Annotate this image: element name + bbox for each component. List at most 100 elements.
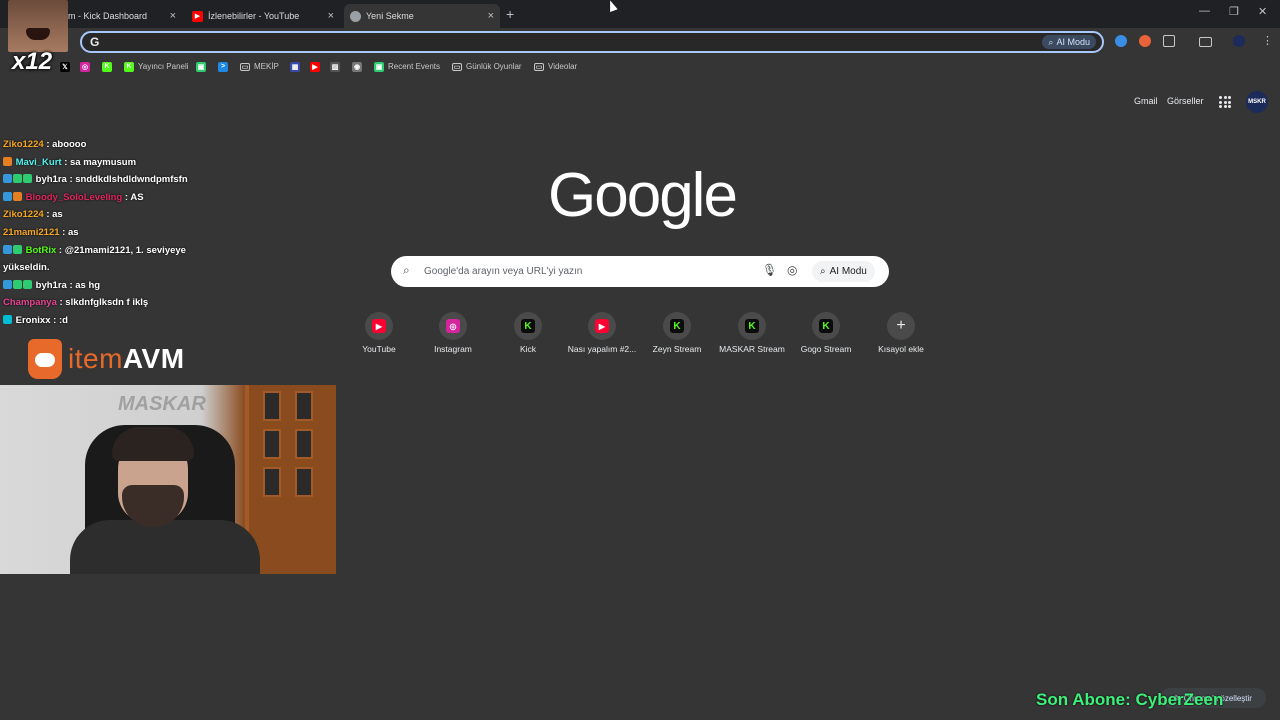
chat-text: : aboooo [46, 139, 87, 150]
shortcut-tile[interactable]: K Zeyn Stream [640, 312, 714, 354]
tab-label: m - Kick Dashboard [68, 11, 148, 21]
extension-icon[interactable] [1115, 35, 1127, 47]
close-icon[interactable]: × [328, 10, 334, 22]
chat-badge-icon [3, 174, 12, 184]
search-icon: ⌕ [403, 263, 410, 277]
profile-icon[interactable] [1233, 35, 1245, 47]
last-subscriber: Son Abone: CyberZeen [1036, 690, 1224, 709]
folder-icon: ▭ [452, 62, 462, 71]
instagram-icon: ◎ [446, 319, 460, 333]
menu-icon[interactable]: ⋮ [1262, 34, 1273, 47]
close-icon[interactable]: × [170, 10, 176, 22]
side-panel-icon[interactable] [1199, 37, 1212, 47]
shortcut-label: Nası yapalım #2... [567, 344, 637, 354]
youtube-icon: ▶ [310, 61, 320, 72]
maximize-button[interactable]: ❐ [1229, 5, 1239, 18]
chat-badge-icon [3, 279, 12, 289]
bookmark-item[interactable]: ◉ [352, 60, 362, 73]
chat-badge-icon [13, 174, 22, 184]
bookmark-item[interactable]: ◎ [80, 60, 90, 73]
bookmark-label: MEKİP [254, 62, 279, 71]
chat-username: Mavi_Kurt [15, 156, 62, 168]
shortcut-label: Instagram [434, 344, 472, 354]
chat-text: : slkdnfglksdn f iklş [59, 297, 149, 309]
tab-label: Yeni Sekme [366, 11, 414, 21]
folder-icon: ▭ [534, 62, 544, 71]
omnibox-ai-mode-button[interactable]: ⌕ AI Modu [1042, 35, 1096, 49]
chat-username: byh1ra [35, 174, 67, 186]
bookmark-item[interactable]: ▭ MEKİP [240, 60, 279, 73]
sponsor-text: itemAVM [68, 343, 185, 375]
lens-icon[interactable]: ◎ [787, 263, 797, 277]
chat-username: byh1ra [35, 279, 67, 291]
shortcut-tile[interactable]: ▶ Nası yapalım #2... [565, 312, 639, 354]
shortcut-tile[interactable]: + Kısayol ekle [864, 312, 938, 354]
bookmark-item[interactable]: ▭ Günlük Oyunlar [452, 60, 522, 73]
bookmark-item[interactable]: ▣ [196, 60, 206, 73]
bookmark-item[interactable]: K Yayıncı Paneli [124, 60, 189, 73]
shortcut-tile[interactable]: K Kick [491, 312, 565, 354]
window-close-button[interactable]: ✕ [1258, 5, 1267, 18]
chat-badge-icon [13, 279, 22, 289]
bookmark-item[interactable]: ▭ Videolar [534, 60, 577, 73]
stream-chat: Ziko1224 : aboooo Mavi_Kurt : sa maymusu… [3, 136, 203, 330]
omnibox-ai-mode-label: AI Modu [1056, 37, 1090, 47]
bookmark-item[interactable]: 𝕏 [60, 60, 70, 73]
plus-icon: + [896, 317, 906, 334]
puzzle-icon[interactable] [1163, 35, 1175, 47]
screen: m - Kick Dashboard × ▶ İzlenebilirler - … [0, 0, 1280, 720]
chat-badge-icon [13, 191, 22, 201]
address-bar[interactable]: G ⌕ AI Modu [80, 31, 1104, 53]
shortcut-tile[interactable]: K Gogo Stream [789, 312, 863, 354]
microphone-icon[interactable]: 🎙 [762, 263, 777, 277]
chat-message: byh1ra : snddkdlshdldwndpmfsfn [3, 171, 203, 189]
chat-badge-icon [23, 174, 32, 184]
images-link[interactable]: Görseller [1167, 96, 1204, 106]
bookmarks-bar: 𝕏 ◎ K K Yayıncı Paneli ▣ > ▭ MEKİP ▦ ▶ ▨ ◉ ▣ Recent Ev… [0, 57, 1280, 77]
streamer-hair [112, 427, 194, 461]
bookmark-item[interactable]: ▦ [290, 60, 300, 73]
gmail-link[interactable]: Gmail [1134, 96, 1158, 106]
shortcut-tile[interactable]: K MASKAR Stream [715, 312, 789, 354]
new-tab-button[interactable]: + [506, 6, 514, 22]
bookmark-item[interactable]: > [218, 60, 228, 73]
toolbar: G ⌕ AI Modu [0, 28, 1280, 56]
shortcut-label: YouTube [362, 344, 396, 354]
tab-youtube[interactable]: ▶ İzlenebilirler - YouTube × [186, 4, 340, 28]
chat-badge-icon [23, 279, 32, 289]
bookmark-item[interactable]: ▨ [330, 60, 340, 73]
chat-message: 21mami2121 : as [3, 224, 203, 242]
search-box[interactable]: ⌕ 🎙 ◎ ⌕ AI Modu [391, 256, 889, 287]
bookmark-item[interactable]: K [102, 60, 112, 73]
shortcut-tile[interactable]: ◎ Instagram [416, 312, 490, 354]
kick-icon: K [102, 61, 112, 72]
minimize-button[interactable]: — [1199, 5, 1210, 17]
shortcut-circle: K [812, 312, 840, 340]
apps-grid-icon[interactable] [1219, 96, 1231, 108]
search-input[interactable] [424, 263, 744, 279]
chat-text: : snddkdlshdldwndpmfsfn [69, 174, 188, 186]
chat-message: byh1ra : as hg [3, 277, 203, 295]
shortcut-circle: ◎ [439, 312, 467, 340]
bookmark-item[interactable]: ▣ Recent Events [374, 60, 440, 73]
terminal-icon: > [218, 61, 228, 72]
shortcut-circle: K [738, 312, 766, 340]
shortcut-tile[interactable]: ▶ YouTube [342, 312, 416, 354]
search-spark-icon: ⌕ [1048, 36, 1054, 47]
search-spark-icon: ⌕ [820, 266, 826, 277]
sponsor-prefix: item [68, 343, 123, 374]
tab-new-tab[interactable]: Yeni Sekme × [344, 4, 500, 28]
chat-message: Ziko1224 : aboooo [3, 136, 203, 154]
chat-text: : as [62, 226, 79, 238]
close-icon[interactable]: × [488, 10, 494, 22]
ai-mode-button[interactable]: ⌕ AI Modu [812, 261, 875, 282]
shortcut-label: Kick [519, 344, 537, 354]
tab-label: İzlenebilirler - YouTube [208, 11, 300, 21]
shortcut-label: MASKAR Stream [719, 344, 785, 354]
app-icon: ▣ [374, 61, 384, 72]
bookmark-item[interactable]: ▶ [310, 60, 320, 73]
sponsor-suffix: AVM [122, 343, 185, 374]
tab-kick-dashboard[interactable]: m - Kick Dashboard × [62, 4, 182, 28]
extension-icon[interactable] [1139, 35, 1151, 47]
avatar[interactable]: MSKR [1246, 91, 1268, 113]
